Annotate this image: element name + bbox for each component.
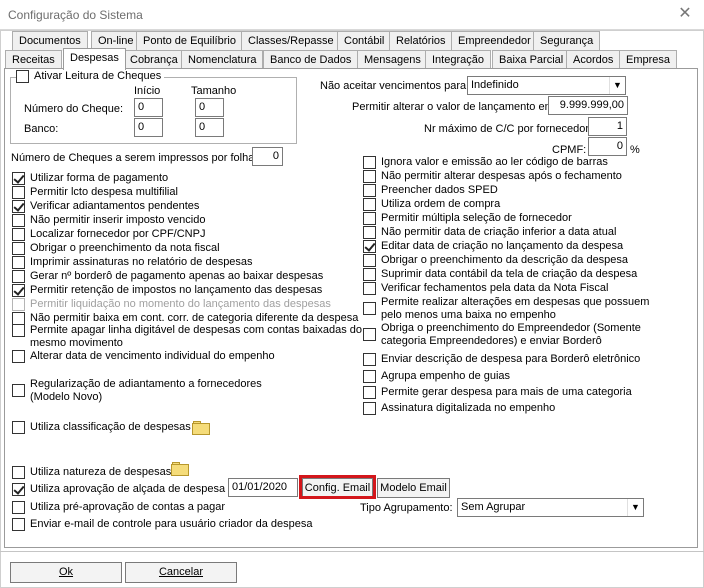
chk-localizar-fornecedor-cpf[interactable]: Localizar fornecedor por CPF/CNPJ xyxy=(12,228,205,241)
tab-relatorios[interactable]: Relatórios xyxy=(389,31,453,51)
cancelar-button[interactable]: Cancelar xyxy=(125,562,237,583)
tab-banco-de-dados[interactable]: Banco de Dados xyxy=(263,50,359,70)
chk-permite-apagar-linha-digitavel[interactable]: Permite apagar linha digitável de despes… xyxy=(12,324,362,350)
chevron-down-icon: ▼ xyxy=(609,77,625,94)
chk-nao-permitir-imposto-vencido[interactable]: Não permitir inserir imposto vencido xyxy=(12,214,205,227)
chk-permite-gerar-categoria[interactable]: Permite gerar despesa para mais de uma c… xyxy=(363,386,632,399)
tipo-agrupamento-select[interactable]: Sem Agrupar ▼ xyxy=(457,498,644,517)
nao-aceitar-vencimentos-select[interactable]: Indefinido ▼ xyxy=(467,76,626,95)
nr-maximo-cc-label: Nr máximo de C/C por fornecedor: xyxy=(424,123,593,135)
chk-assinatura-digitalizada[interactable]: Assinatura digitalizada no empenho xyxy=(363,402,555,415)
col-tamanho-label: Tamanho xyxy=(191,85,237,97)
numero-cheque-tamanho-input[interactable]: 0 xyxy=(195,98,224,117)
chk-alterar-data-vencimento[interactable]: Alterar data de vencimento individual do… xyxy=(12,350,275,363)
chk-permitir-retencao-impostos[interactable]: Permitir retenção de impostos no lançame… xyxy=(12,284,322,297)
permitir-alterar-valor-label: Permitir alterar o valor de lançamento e… xyxy=(352,101,557,113)
cpmf-percent-label: % xyxy=(630,144,640,156)
tab-nomenclatura[interactable]: Nomenclatura xyxy=(181,50,264,70)
aprovacao-date-input[interactable]: 01/01/2020 xyxy=(228,478,298,497)
chk-permitir-liquidacao: Permitir liquidação no momento do lançam… xyxy=(12,298,331,311)
num-cheques-input[interactable]: 0 xyxy=(252,147,283,166)
chk-nao-permitir-alterar-fechamento[interactable]: Não permitir alterar despesas após o fec… xyxy=(363,170,622,183)
tab-classes-repasse[interactable]: Classes/Repasse xyxy=(241,31,341,51)
tab-contabil[interactable]: Contábil xyxy=(337,31,392,51)
banco-tamanho-input[interactable]: 0 xyxy=(195,118,224,137)
cpmf-input[interactable]: 0 xyxy=(588,137,627,156)
separator xyxy=(0,551,704,552)
tab-integracao[interactable]: Integração xyxy=(425,50,491,70)
chevron-down-icon: ▼ xyxy=(627,499,643,516)
tab-receitas[interactable]: Receitas xyxy=(5,50,62,70)
chk-utiliza-natureza[interactable]: Utiliza natureza de despesas xyxy=(12,466,171,479)
chk-utiliza-classificacao[interactable]: Utiliza classificação de despesas xyxy=(12,421,191,434)
chk-nao-permitir-data-inferior[interactable]: Não permitir data de criação inferior a … xyxy=(363,226,616,239)
chk-utiliza-ordem-compra[interactable]: Utiliza ordem de compra xyxy=(363,198,500,211)
chk-ignora-valor-emissao[interactable]: Ignora valor e emissão ao ler código de … xyxy=(363,156,608,169)
chk-imprimir-assinaturas[interactable]: Imprimir assinaturas no relatório de des… xyxy=(12,256,253,269)
chk-enviar-descricao-bordero[interactable]: Enviar descrição de despesa para Borderô… xyxy=(363,353,640,366)
tab-despesas[interactable]: Despesas xyxy=(63,48,126,70)
banco-inicio-input[interactable]: 0 xyxy=(134,118,163,137)
tab-empresa[interactable]: Empresa xyxy=(619,50,678,70)
chk-gerar-bordero[interactable]: Gerar nº borderô de pagamento apenas ao … xyxy=(12,270,323,283)
chk-suprimir-data-contabil[interactable]: Suprimir data contábil da tela de criaçã… xyxy=(363,268,637,281)
permitir-alterar-valor-input[interactable]: 9.999.999,00 xyxy=(548,96,628,115)
nao-aceitar-vencimentos-label: Não aceitar vencimentos para: xyxy=(320,80,470,92)
tab-empreendedor[interactable]: Empreendedor xyxy=(451,31,538,51)
banco-label: Banco: xyxy=(24,123,59,135)
folder-icon[interactable] xyxy=(192,421,210,435)
chk-obrigar-descricao[interactable]: Obrigar o preenchimento da descrição da … xyxy=(363,254,628,267)
tab-baixa-parcial[interactable]: Baixa Parcial xyxy=(492,50,571,70)
num-cheques-label: Número de Cheques a serem impressos por … xyxy=(11,152,258,164)
ativar-leitura-cheques-checkbox[interactable]: Ativar Leitura de Cheques xyxy=(16,70,165,83)
window-title: Configuração do Sistema xyxy=(8,8,143,22)
chk-utiliza-aprovacao-alcada[interactable]: Utiliza aprovação de alçada de despesa xyxy=(12,483,225,496)
col-inicio-label: Início xyxy=(134,85,161,97)
chk-verificar-adiantamentos[interactable]: Verificar adiantamentos pendentes xyxy=(12,200,199,213)
tab-ponto-equilibrio[interactable]: Ponto de Equilíbrio xyxy=(136,31,243,51)
chk-agrupa-empenho-guias[interactable]: Agrupa empenho de guias xyxy=(363,370,510,383)
chk-preencher-sped[interactable]: Preencher dados SPED xyxy=(363,184,498,197)
tab-seguranca[interactable]: Segurança xyxy=(533,31,601,51)
folder-icon[interactable] xyxy=(171,462,189,476)
chk-permitir-multipla-selecao[interactable]: Permitir múltipla seleção de fornecedor xyxy=(363,212,572,225)
chk-utilizar-forma-pagamento[interactable]: Utilizar forma de pagamento xyxy=(12,172,168,185)
chk-regularizacao-adiantamento[interactable]: Regularização de adiantamento a forneced… xyxy=(12,378,262,404)
tab-mensagens[interactable]: Mensagens xyxy=(357,50,428,70)
nr-maximo-cc-input[interactable]: 1 xyxy=(588,117,627,136)
title-bar: Configuração do Sistema ✕ xyxy=(0,0,704,30)
tipo-agrupamento-label: Tipo Agrupamento: xyxy=(360,502,453,514)
chk-enviar-email-controle[interactable]: Enviar e-mail de controle para usuário c… xyxy=(12,518,313,531)
chk-verificar-fechamentos[interactable]: Verificar fechamentos pela data da Nota … xyxy=(363,282,608,295)
highlight-box xyxy=(299,475,376,499)
modelo-email-button[interactable]: Modelo Email xyxy=(377,478,450,498)
tab-cobranca[interactable]: Cobrança xyxy=(123,50,185,70)
numero-cheque-inicio-input[interactable]: 0 xyxy=(134,98,163,117)
chk-obriga-empreendedor[interactable]: Obriga o preenchimento do Empreendedor (… xyxy=(363,322,641,348)
numero-cheque-label: Número do Cheque: xyxy=(24,103,124,115)
ok-button[interactable]: Ok xyxy=(10,562,122,583)
chk-permite-alteracoes-baixa[interactable]: Permite realizar alterações em despesas … xyxy=(363,296,649,322)
close-icon[interactable]: ✕ xyxy=(674,4,696,24)
chk-editar-data-criacao[interactable]: Editar data de criação no lançamento da … xyxy=(363,240,623,253)
tab-acordos[interactable]: Acordos xyxy=(566,50,621,70)
chk-permitir-lcto-multifilial[interactable]: Permitir lcto despesa multifilial xyxy=(12,186,178,199)
chk-obrigar-nota-fiscal[interactable]: Obrigar o preenchimento da nota fiscal xyxy=(12,242,220,255)
chk-utiliza-pre-aprovacao[interactable]: Utiliza pré-aprovação de contas a pagar xyxy=(12,501,225,514)
